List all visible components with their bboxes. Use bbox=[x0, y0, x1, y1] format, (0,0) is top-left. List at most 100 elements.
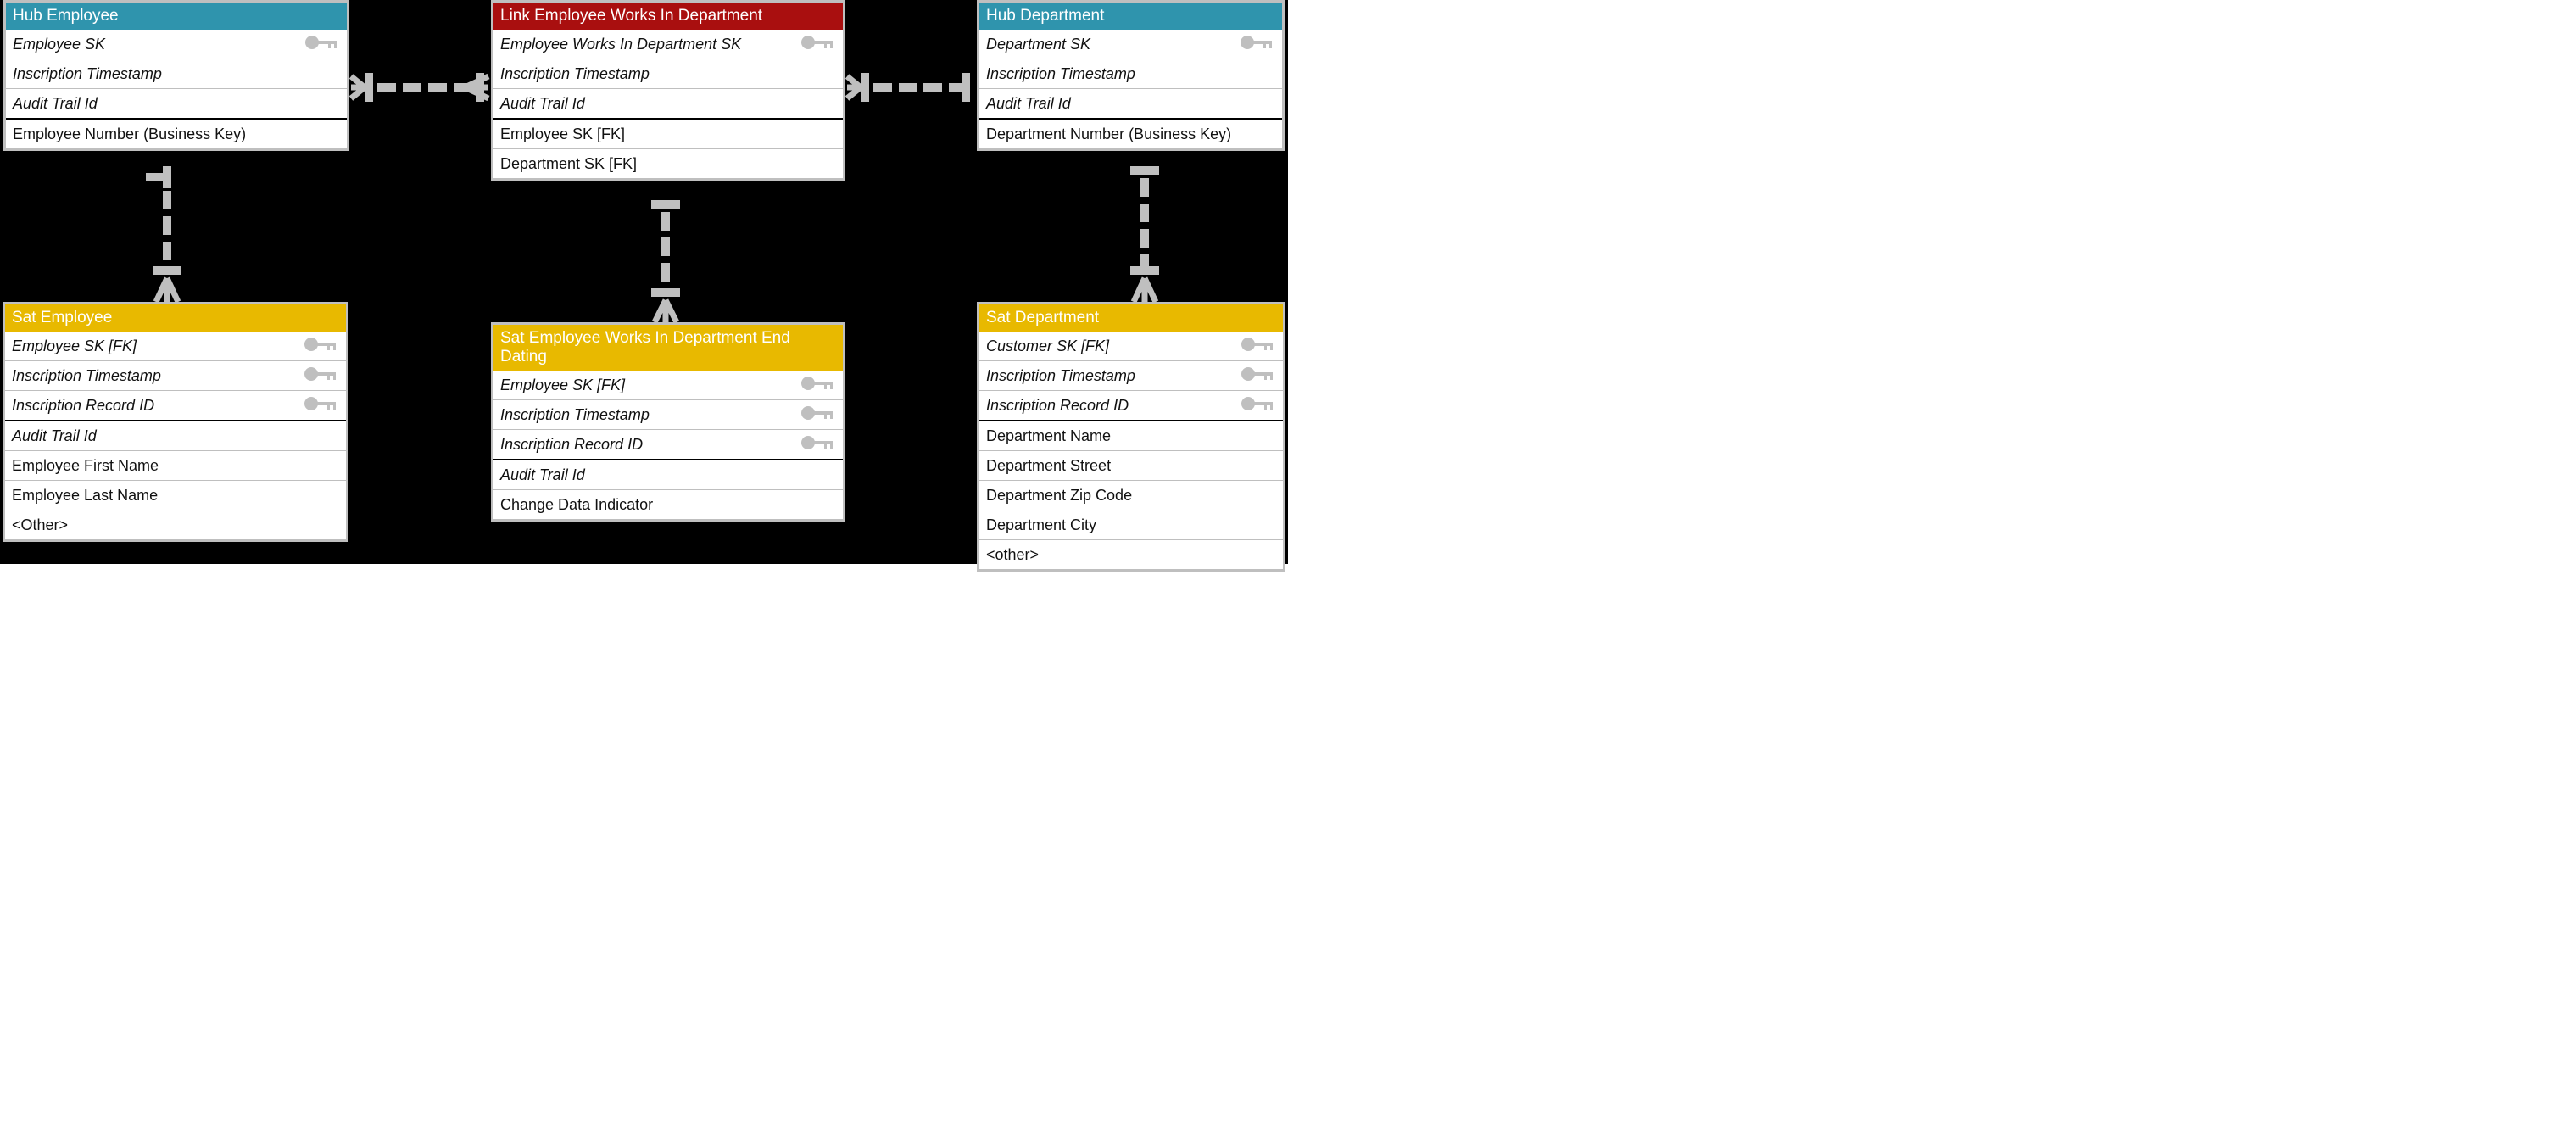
row-label: Department Name bbox=[986, 427, 1111, 445]
entity-row: Inscription Record ID bbox=[5, 391, 346, 421]
entity-hub-department: Hub Department Department SK Inscription … bbox=[977, 0, 1285, 151]
entity-row: Employee SK [FK] bbox=[493, 120, 843, 149]
row-label: Inscription Timestamp bbox=[986, 65, 1135, 83]
entity-row: Audit Trail Id bbox=[493, 89, 843, 120]
crowfoot-icon bbox=[463, 73, 492, 102]
entity-row: Employee Last Name bbox=[5, 481, 346, 510]
row-label: Employee SK [FK] bbox=[500, 377, 625, 394]
row-label: Change Data Indicator bbox=[500, 496, 653, 514]
entity-link-emp-dept: Link Employee Works In Department Employ… bbox=[491, 0, 845, 181]
crowfoot-icon bbox=[153, 276, 181, 304]
crowfoot-icon bbox=[1130, 276, 1159, 304]
entity-row: Inscription Record ID bbox=[979, 391, 1283, 421]
entity-header: Sat Department bbox=[979, 304, 1283, 332]
row-label: Department City bbox=[986, 516, 1096, 534]
row-label: Inscription Record ID bbox=[986, 397, 1129, 415]
key-icon bbox=[304, 35, 340, 54]
row-label: Inscription Timestamp bbox=[12, 367, 161, 385]
row-label: Audit Trail Id bbox=[986, 95, 1071, 113]
entity-header: Hub Department bbox=[979, 3, 1282, 30]
key-icon bbox=[304, 337, 339, 356]
row-label: Department Number (Business Key) bbox=[986, 126, 1231, 143]
row-label: Employee Works In Department SK bbox=[500, 36, 741, 53]
entity-header: Link Employee Works In Department bbox=[493, 3, 843, 30]
entity-row: Employee SK [FK] bbox=[5, 332, 346, 361]
key-icon bbox=[800, 35, 836, 54]
row-label: Department Street bbox=[986, 457, 1111, 475]
entity-row: Employee SK [FK] bbox=[493, 371, 843, 400]
entity-row: Audit Trail Id bbox=[493, 460, 843, 490]
row-label: Employee Number (Business Key) bbox=[13, 126, 246, 143]
row-label: Department SK [FK] bbox=[500, 155, 637, 173]
row-label: Audit Trail Id bbox=[12, 427, 97, 445]
entity-row: Audit Trail Id bbox=[979, 89, 1282, 120]
entity-row: Department SK [FK] bbox=[493, 149, 843, 178]
row-label: Inscription Timestamp bbox=[13, 65, 162, 83]
row-label: Inscription Timestamp bbox=[500, 406, 650, 424]
entity-row: Employee SK bbox=[6, 30, 347, 59]
entity-hub-employee: Hub Employee Employee SK Inscription Time… bbox=[3, 0, 349, 151]
entity-row: Department City bbox=[979, 510, 1283, 540]
key-icon bbox=[800, 435, 836, 455]
key-icon bbox=[304, 396, 339, 416]
row-label: Customer SK [FK] bbox=[986, 338, 1109, 355]
entity-row: Department Number (Business Key) bbox=[979, 120, 1282, 148]
row-label: Department SK bbox=[986, 36, 1090, 53]
entity-header: Sat Employee bbox=[5, 304, 346, 332]
row-label: Audit Trail Id bbox=[13, 95, 98, 113]
crowfoot-icon bbox=[349, 73, 366, 102]
entity-row: Inscription Timestamp bbox=[493, 400, 843, 430]
entity-row: Customer SK [FK] bbox=[979, 332, 1283, 361]
crowfoot-icon bbox=[845, 73, 862, 102]
entity-rows: Employee SK [FK] Inscription Timestamp Ins… bbox=[5, 332, 346, 539]
row-label: Inscription Record ID bbox=[12, 397, 154, 415]
erd-canvas: Hub Employee Employee SK Inscription Time… bbox=[0, 0, 1288, 564]
key-icon bbox=[1241, 366, 1276, 386]
entity-rows: Department SK Inscription Timestamp Audit … bbox=[979, 30, 1282, 148]
entity-row: Inscription Timestamp bbox=[493, 59, 843, 89]
row-label: <other> bbox=[986, 546, 1039, 564]
row-label: Inscription Timestamp bbox=[986, 367, 1135, 385]
row-label: Employee Last Name bbox=[12, 487, 158, 505]
key-icon bbox=[304, 366, 339, 386]
entity-rows: Employee Works In Department SK Inscripti… bbox=[493, 30, 843, 178]
row-label: Inscription Record ID bbox=[500, 436, 643, 454]
entity-row: Audit Trail Id bbox=[6, 89, 347, 120]
row-label: Audit Trail Id bbox=[500, 466, 585, 484]
key-icon bbox=[1240, 35, 1275, 54]
row-label: Employee SK [FK] bbox=[500, 126, 625, 143]
entity-row: <other> bbox=[979, 540, 1283, 569]
entity-sat-department: Sat Department Customer SK [FK] Inscripti… bbox=[977, 302, 1285, 572]
entity-row: Inscription Record ID bbox=[493, 430, 843, 460]
entity-row: Change Data Indicator bbox=[493, 490, 843, 519]
entity-rows: Employee SK Inscription Timestamp Audit Tr… bbox=[6, 30, 347, 148]
entity-sat-emp-dept-end: Sat Employee Works In Department End Dat… bbox=[491, 322, 845, 522]
entity-sat-employee: Sat Employee Employee SK [FK] Inscription… bbox=[3, 302, 348, 542]
entity-rows: Employee SK [FK] Inscription Timestamp Ins… bbox=[493, 371, 843, 519]
row-label: Employee SK bbox=[13, 36, 105, 53]
entity-row: Department Zip Code bbox=[979, 481, 1283, 510]
entity-row: Inscription Timestamp bbox=[979, 361, 1283, 391]
entity-row: Inscription Timestamp bbox=[6, 59, 347, 89]
entity-row: Department Name bbox=[979, 421, 1283, 451]
crowfoot-icon bbox=[651, 298, 680, 324]
row-label: Audit Trail Id bbox=[500, 95, 585, 113]
key-icon bbox=[1241, 337, 1276, 356]
entity-row: Inscription Timestamp bbox=[5, 361, 346, 391]
key-icon bbox=[800, 376, 836, 395]
row-label: Inscription Timestamp bbox=[500, 65, 650, 83]
entity-row: <Other> bbox=[5, 510, 346, 539]
key-icon bbox=[1241, 396, 1276, 416]
entity-row: Employee Number (Business Key) bbox=[6, 120, 347, 148]
entity-row: Department SK bbox=[979, 30, 1282, 59]
key-icon bbox=[800, 405, 836, 425]
entity-header: Sat Employee Works In Department End Dat… bbox=[493, 325, 843, 371]
row-label: Employee SK [FK] bbox=[12, 338, 137, 355]
entity-header: Hub Employee bbox=[6, 3, 347, 30]
row-label: Employee First Name bbox=[12, 457, 159, 475]
row-label: <Other> bbox=[12, 516, 68, 534]
entity-row: Audit Trail Id bbox=[5, 421, 346, 451]
entity-row: Employee First Name bbox=[5, 451, 346, 481]
entity-row: Department Street bbox=[979, 451, 1283, 481]
entity-row: Employee Works In Department SK bbox=[493, 30, 843, 59]
